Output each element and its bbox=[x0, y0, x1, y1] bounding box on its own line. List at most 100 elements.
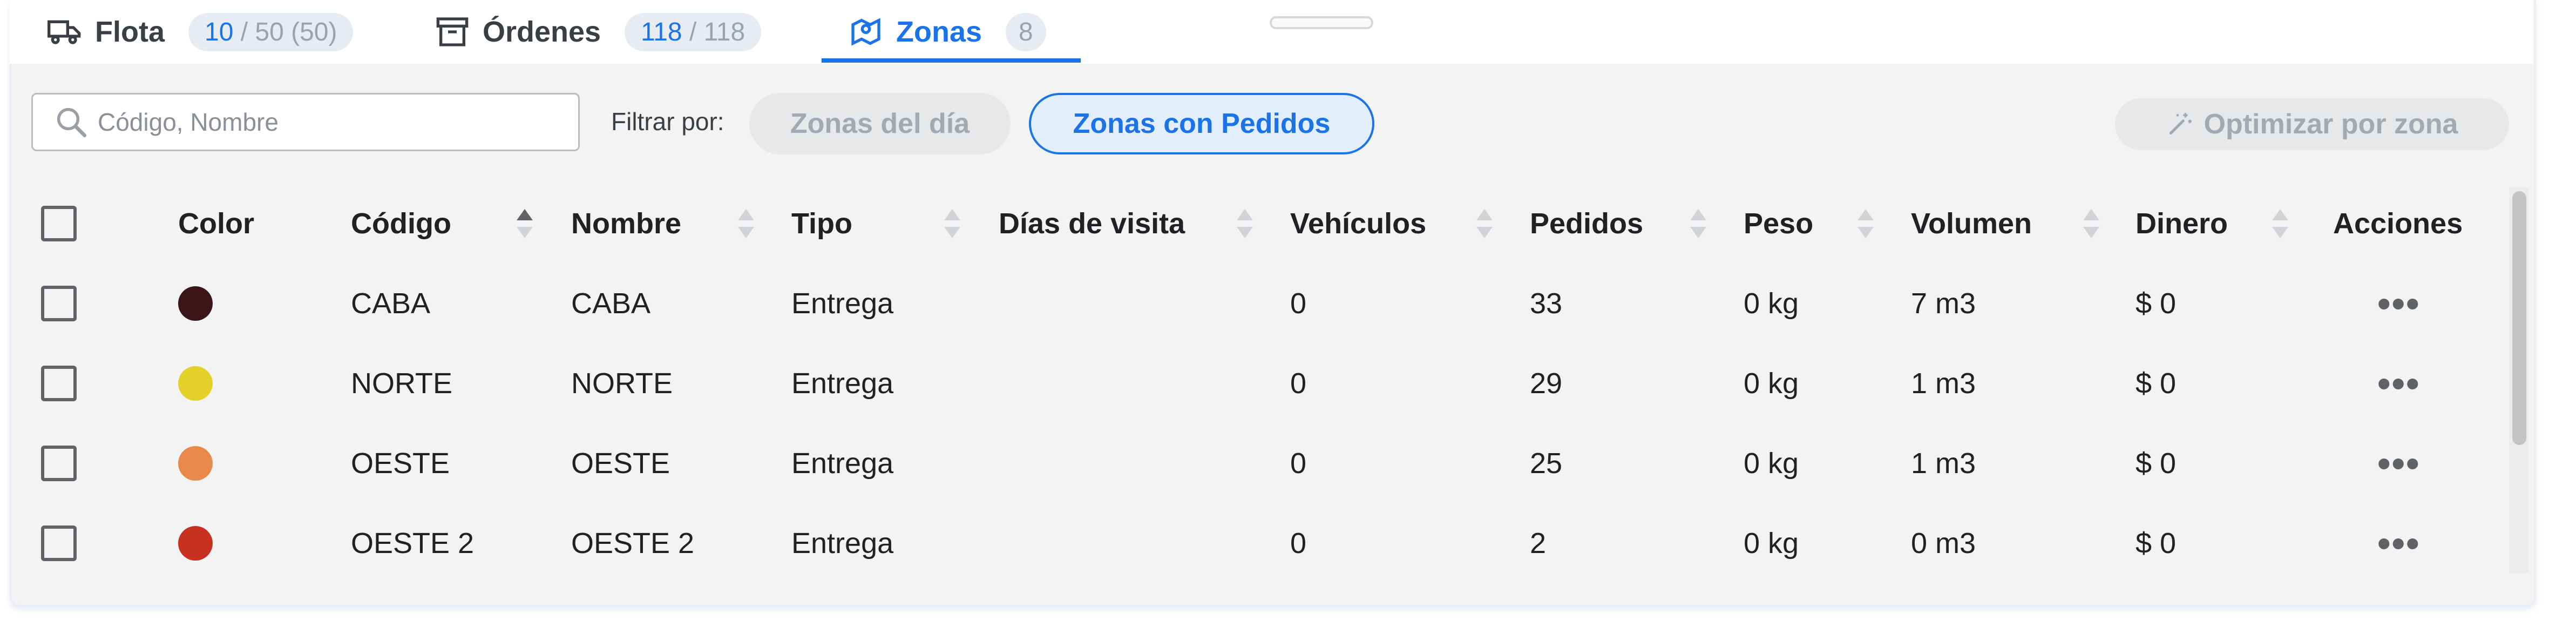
filter-label: Filtrar por: bbox=[611, 107, 724, 136]
active-tab-indicator bbox=[822, 58, 1081, 63]
table-row[interactable]: CABA CABA Entrega 0 33 0 kg 7 m3 $ 0 ••• bbox=[0, 264, 2505, 343]
row-checkbox[interactable] bbox=[41, 446, 77, 481]
type-cell: Entrega bbox=[791, 527, 894, 560]
optimize-label: Optimizar por zona bbox=[2204, 109, 2458, 140]
header-weight[interactable]: Peso bbox=[1744, 184, 1813, 264]
sort-icon[interactable] bbox=[1475, 207, 1494, 240]
weight-cell: 0 kg bbox=[1744, 447, 1799, 480]
header-type[interactable]: Tipo bbox=[791, 184, 852, 264]
tab-zonas-label: Zonas bbox=[896, 16, 982, 48]
money-cell: $ 0 bbox=[2136, 287, 2177, 320]
header-visit-days[interactable]: Días de visita bbox=[999, 184, 1185, 264]
header-volume[interactable]: Volumen bbox=[1911, 184, 2032, 264]
row-select-cell bbox=[41, 503, 77, 583]
weight-cell: 0 kg bbox=[1744, 287, 1799, 320]
vehicles-cell: 0 bbox=[1290, 447, 1307, 480]
tab-flota[interactable]: Flota 10 / 50 (50) bbox=[48, 0, 354, 64]
tab-bar bbox=[10, 0, 2533, 64]
table-row[interactable]: OESTE 2 OESTE 2 Entrega 0 2 0 kg 0 m3 $ … bbox=[0, 503, 2505, 583]
search-input[interactable] bbox=[97, 107, 563, 137]
vehicles-cell: 0 bbox=[1290, 527, 1307, 560]
color-cell bbox=[178, 503, 213, 583]
header-actions: Acciones bbox=[2333, 207, 2463, 240]
drag-handle[interactable] bbox=[1270, 16, 1373, 29]
weight-cell: 0 kg bbox=[1744, 367, 1799, 400]
header-code[interactable]: Código bbox=[351, 184, 451, 264]
search-icon bbox=[57, 107, 87, 138]
tab-flota-label: Flota bbox=[95, 16, 165, 48]
sort-ascending-icon[interactable] bbox=[515, 207, 534, 240]
tab-ordenes-count: 118 / 118 bbox=[625, 12, 762, 51]
name-cell: OESTE 2 bbox=[571, 527, 695, 560]
name-cell: NORTE bbox=[571, 367, 673, 400]
sort-icon[interactable] bbox=[1689, 207, 1708, 240]
orders-cell: 2 bbox=[1530, 527, 1547, 560]
volume-cell: 0 m3 bbox=[1911, 527, 1976, 560]
filter-chip-zones-with-orders[interactable]: Zonas con Pedidos bbox=[1029, 93, 1374, 154]
volume-cell: 1 m3 bbox=[1911, 447, 1976, 480]
row-select-cell bbox=[41, 343, 77, 423]
row-select-cell bbox=[41, 264, 77, 343]
more-actions-icon[interactable]: ••• bbox=[2377, 343, 2421, 423]
filter-chip-zones-of-day[interactable]: Zonas del día bbox=[749, 93, 1011, 154]
sort-icon[interactable] bbox=[736, 207, 756, 240]
zone-color-dot bbox=[178, 286, 213, 321]
zone-color-dot bbox=[178, 526, 213, 561]
table-scrollbar-thumb[interactable] bbox=[2512, 191, 2526, 445]
tab-ordenes-label: Órdenes bbox=[483, 16, 601, 48]
volume-cell: 1 m3 bbox=[1911, 367, 1976, 400]
row-checkbox[interactable] bbox=[41, 525, 77, 561]
sort-icon[interactable] bbox=[2082, 207, 2101, 240]
orders-cell: 29 bbox=[1530, 367, 1563, 400]
tab-zonas[interactable]: Zonas 8 bbox=[849, 0, 1046, 64]
money-cell: $ 0 bbox=[2136, 367, 2177, 400]
orders-cell: 33 bbox=[1530, 287, 1563, 320]
vehicles-cell: 0 bbox=[1290, 287, 1307, 320]
money-cell: $ 0 bbox=[2136, 447, 2177, 480]
tab-zonas-count: 8 bbox=[1006, 12, 1046, 51]
sort-icon[interactable] bbox=[1235, 207, 1255, 240]
row-checkbox[interactable] bbox=[41, 366, 77, 401]
sort-icon[interactable] bbox=[1856, 207, 1875, 240]
money-cell: $ 0 bbox=[2136, 527, 2177, 560]
sort-icon[interactable] bbox=[2270, 207, 2290, 240]
orders-cell: 25 bbox=[1530, 447, 1563, 480]
zone-color-dot bbox=[178, 366, 213, 401]
volume-cell: 7 m3 bbox=[1911, 287, 1976, 320]
select-all-checkbox[interactable] bbox=[41, 206, 77, 241]
code-cell: OESTE bbox=[351, 447, 450, 480]
truck-icon bbox=[48, 20, 81, 44]
header-name[interactable]: Nombre bbox=[571, 184, 681, 264]
magic-wand-icon bbox=[2169, 113, 2192, 135]
search-field[interactable] bbox=[31, 93, 580, 151]
more-actions-icon[interactable]: ••• bbox=[2377, 423, 2421, 503]
header-money[interactable]: Dinero bbox=[2136, 184, 2228, 264]
type-cell: Entrega bbox=[791, 447, 894, 480]
more-actions-icon[interactable]: ••• bbox=[2377, 264, 2421, 343]
weight-cell: 0 kg bbox=[1744, 527, 1799, 560]
sort-icon[interactable] bbox=[943, 207, 962, 240]
header-vehicles[interactable]: Vehículos bbox=[1290, 184, 1426, 264]
type-cell: Entrega bbox=[791, 367, 894, 400]
code-cell: OESTE 2 bbox=[351, 527, 474, 560]
tab-ordenes[interactable]: Órdenes 118 / 118 bbox=[435, 0, 762, 64]
more-actions-icon[interactable]: ••• bbox=[2377, 503, 2421, 583]
vehicles-cell: 0 bbox=[1290, 367, 1307, 400]
header-color: Color bbox=[178, 207, 254, 240]
code-cell: CABA bbox=[351, 287, 431, 320]
zone-color-dot bbox=[178, 446, 213, 481]
table-row[interactable]: OESTE OESTE Entrega 0 25 0 kg 1 m3 $ 0 •… bbox=[0, 423, 2505, 503]
row-checkbox[interactable] bbox=[41, 286, 77, 321]
optimize-by-zone-button[interactable]: Optimizar por zona bbox=[2115, 98, 2509, 150]
row-select-cell bbox=[41, 423, 77, 503]
color-cell bbox=[178, 264, 213, 343]
table-header-row: Color Código Nombre Tipo Días de visita … bbox=[0, 184, 2505, 264]
code-cell: NORTE bbox=[351, 367, 453, 400]
name-cell: OESTE bbox=[571, 447, 670, 480]
select-all-cell bbox=[41, 184, 77, 264]
table-row[interactable]: NORTE NORTE Entrega 0 29 0 kg 1 m3 $ 0 •… bbox=[0, 343, 2505, 423]
color-cell bbox=[178, 423, 213, 503]
type-cell: Entrega bbox=[791, 287, 894, 320]
map-pin-icon bbox=[851, 18, 880, 46]
header-orders[interactable]: Pedidos bbox=[1530, 184, 1643, 264]
